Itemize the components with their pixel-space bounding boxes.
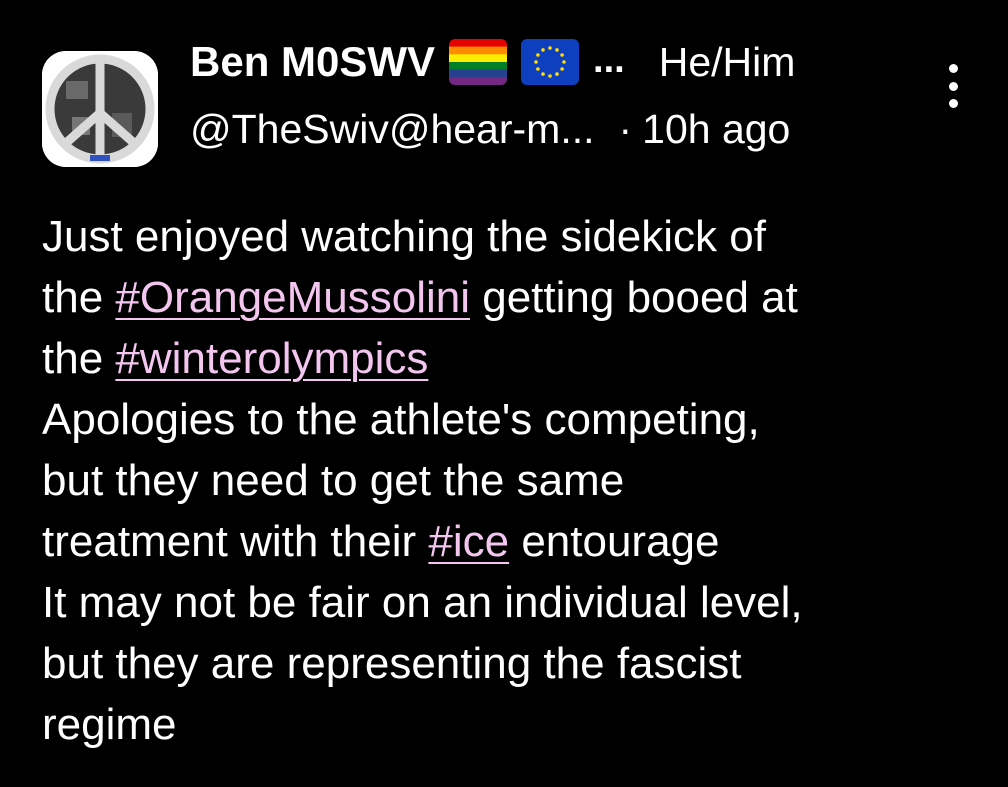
- hashtag-link[interactable]: #OrangeMussolini: [115, 273, 470, 322]
- post-content-line: the #winterolympics: [42, 328, 972, 389]
- post-content-line: but they need to get the same: [42, 450, 972, 511]
- post-text: It may not be fair on an individual leve…: [42, 578, 803, 627]
- avatar[interactable]: [42, 51, 158, 167]
- more-vertical-icon-dot: [948, 81, 958, 91]
- account-handle[interactable]: @TheSwiv@hear-m...: [190, 106, 595, 153]
- rainbow-pride-flag-icon: [449, 39, 508, 85]
- post-text: the: [42, 273, 116, 322]
- display-name-row: Ben M0SWV ... He/Him: [190, 34, 795, 90]
- pronouns: He/Him: [658, 38, 796, 85]
- post-content-line: the #OrangeMussolini getting booed at: [42, 267, 972, 328]
- hashtag-link[interactable]: #winterolympics: [115, 334, 428, 383]
- post-text: but they need to get the same: [42, 456, 625, 505]
- post-card: Ben M0SWV ... He/Him @TheSwiv@hear-m... …: [0, 0, 1008, 787]
- post-text: getting booed at: [470, 273, 798, 322]
- post-content-line: but they are representing the fascist: [42, 633, 972, 694]
- handle-row: @TheSwiv@hear-m... · 10h ago: [190, 102, 790, 156]
- name-ellipsis: ...: [593, 38, 625, 81]
- post-content-line: Just enjoyed watching the sidekick of: [42, 206, 972, 267]
- post-timestamp[interactable]: 10h ago: [642, 106, 790, 153]
- display-name[interactable]: Ben M0SWV: [190, 38, 435, 86]
- eu-flag-icon: [521, 39, 580, 85]
- post-content-line: It may not be fair on an individual leve…: [42, 572, 972, 633]
- more-options-button[interactable]: [936, 64, 970, 108]
- hashtag-link[interactable]: #ice: [428, 517, 509, 566]
- post-content-line: treatment with their #ice entourage: [42, 511, 972, 572]
- post-text: the: [42, 334, 116, 383]
- separator: ·: [618, 105, 633, 152]
- more-vertical-icon-dot: [948, 99, 958, 108]
- post-content-line: regime: [42, 694, 972, 755]
- post-text: regime: [42, 700, 177, 749]
- peace-symbol-avatar-icon: [42, 51, 158, 167]
- post-text: entourage: [509, 517, 720, 566]
- post-text: Just enjoyed watching the sidekick of: [42, 212, 766, 261]
- post-content: Just enjoyed watching the sidekick of the…: [42, 206, 972, 755]
- post-text: Apologies to the athlete's competing,: [42, 395, 760, 444]
- post-content-line: Apologies to the athlete's competing,: [42, 389, 972, 450]
- post-text: but they are representing the fascist: [42, 639, 742, 688]
- more-vertical-icon: [948, 64, 958, 73]
- post-text: treatment with their: [42, 517, 429, 566]
